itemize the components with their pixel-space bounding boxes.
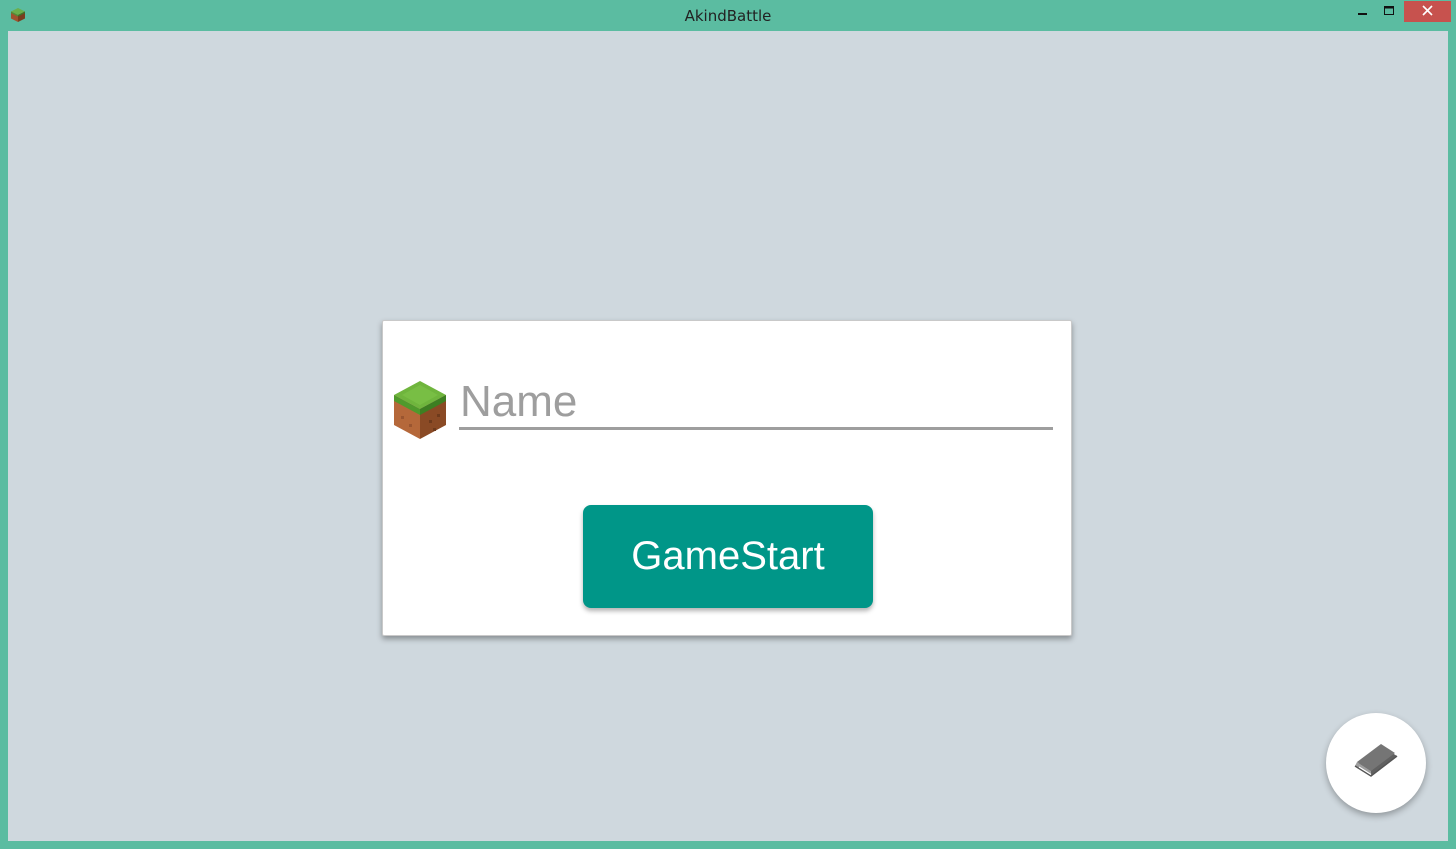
minimize-icon	[1357, 3, 1368, 21]
maximize-button[interactable]	[1376, 1, 1403, 22]
close-icon	[1422, 3, 1433, 21]
window-title: AkindBattle	[684, 7, 772, 25]
book-button[interactable]	[1326, 713, 1426, 813]
book-icon	[1353, 743, 1399, 783]
close-button[interactable]	[1404, 1, 1451, 22]
game-start-button[interactable]: GameStart	[583, 505, 873, 608]
main-content: GameStart	[8, 31, 1448, 841]
minimize-button[interactable]	[1349, 1, 1376, 22]
game-start-label: GameStart	[631, 534, 825, 578]
title-bar[interactable]: AkindBattle	[0, 0, 1456, 31]
login-card: GameStart	[382, 320, 1072, 636]
maximize-icon	[1384, 3, 1395, 21]
grass-block-icon	[393, 380, 447, 440]
app-window: AkindBattle Name GameStart	[0, 0, 1456, 849]
name-input[interactable]	[459, 376, 1053, 430]
